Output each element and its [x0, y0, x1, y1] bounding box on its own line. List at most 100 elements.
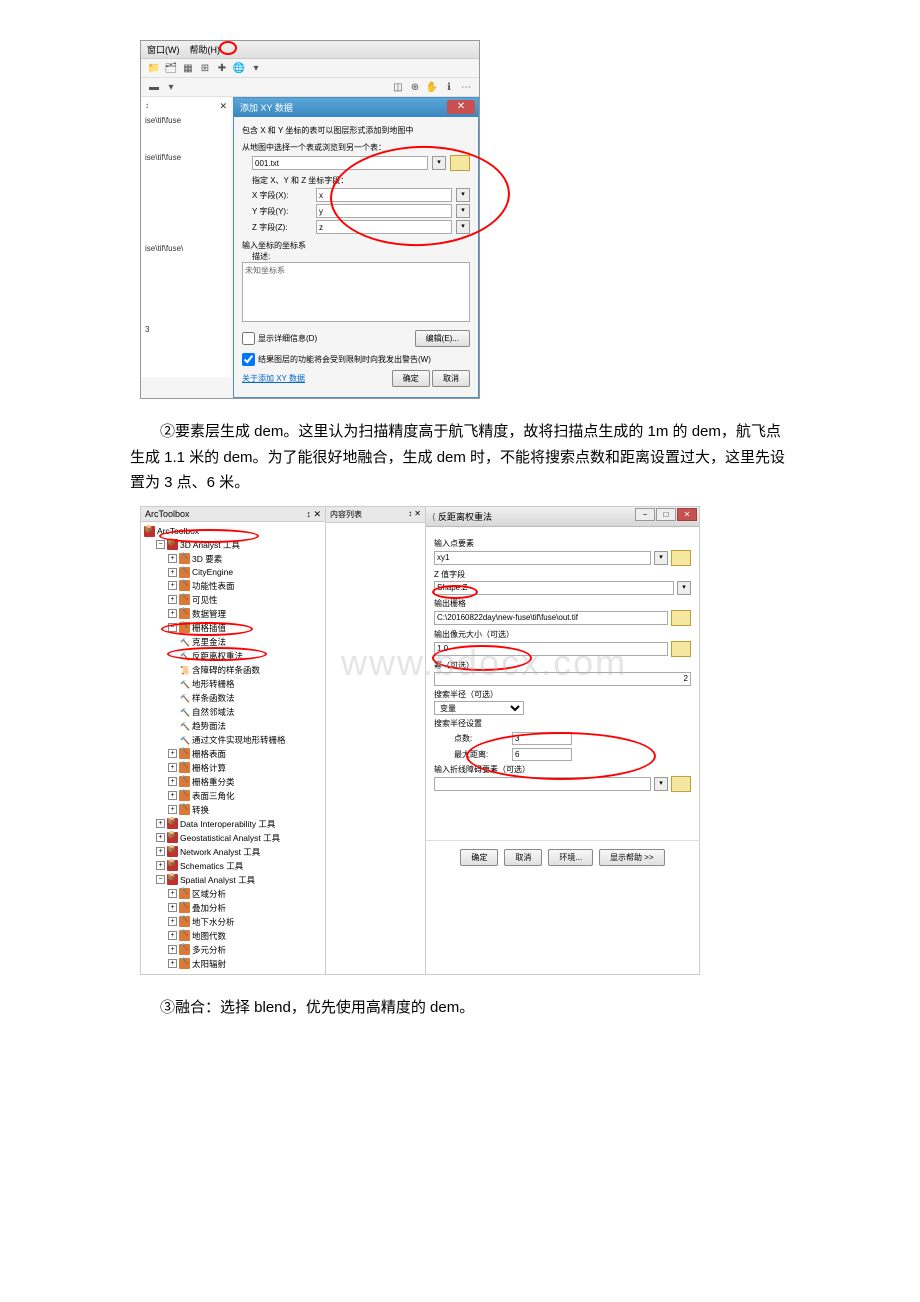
warn-checkbox[interactable] — [242, 353, 255, 366]
tree-node[interactable]: +Schematics 工具 — [144, 859, 322, 873]
dropdown-icon[interactable]: ▾ — [432, 156, 446, 170]
dropdown-icon[interactable]: ▾ — [456, 204, 470, 218]
expand-icon[interactable]: + — [168, 595, 177, 604]
tree-tool-natural[interactable]: 自然邻域法 — [144, 705, 322, 719]
expand-icon[interactable]: + — [168, 581, 177, 590]
output-raster-input[interactable] — [434, 611, 668, 625]
tree-node[interactable]: +Geostatistical Analyst 工具 — [144, 831, 322, 845]
toc-item[interactable]: 3 — [145, 325, 227, 334]
tree-node[interactable]: +Network Analyst 工具 — [144, 845, 322, 859]
tree-root[interactable]: ArcToolbox — [144, 525, 322, 538]
maximize-button[interactable]: □ — [656, 508, 676, 521]
tree-node[interactable]: +叠加分析 — [144, 901, 322, 915]
tree-tool-topo2raster-file[interactable]: 通过文件实现地形转栅格 — [144, 733, 322, 747]
tree-node[interactable]: +功能性表面 — [144, 579, 322, 593]
menu-window[interactable]: 窗口(W) — [147, 45, 180, 55]
toc-item[interactable]: ise\tif\fuse — [145, 116, 227, 125]
expand-icon[interactable]: + — [168, 931, 177, 940]
tree-tool-trend[interactable]: 趋势面法 — [144, 719, 322, 733]
tree-node[interactable]: +多元分析 — [144, 943, 322, 957]
tree-node[interactable]: +CityEngine — [144, 566, 322, 579]
collapse-icon[interactable]: − — [156, 875, 165, 884]
maxdist-input[interactable] — [512, 748, 572, 761]
x-field-input[interactable] — [316, 188, 452, 202]
tree-node[interactable]: +地图代数 — [144, 929, 322, 943]
arrow-icon[interactable]: ▾ — [249, 61, 263, 75]
panel-close-icon[interactable]: ↕ — [145, 101, 149, 110]
expand-icon[interactable]: + — [168, 777, 177, 786]
expand-icon[interactable]: + — [168, 945, 177, 954]
expand-icon[interactable]: + — [168, 749, 177, 758]
about-link[interactable]: 关于添加 XY 数据 — [242, 373, 305, 384]
tree-tool-kriging[interactable]: 克里金法 — [144, 635, 322, 649]
tree-tool-spline[interactable]: 样条函数法 — [144, 691, 322, 705]
tree-tool-idw[interactable]: 反距离权重法 — [144, 649, 322, 663]
tree-node[interactable]: +地下水分析 — [144, 915, 322, 929]
expand-icon[interactable]: + — [156, 847, 165, 856]
environments-button[interactable]: 环境... — [548, 849, 593, 866]
browse-button[interactable] — [671, 641, 691, 657]
radius-type-select[interactable]: 变量 — [434, 701, 524, 715]
expand-icon[interactable]: + — [156, 861, 165, 870]
ok-button[interactable]: 确定 — [392, 370, 430, 387]
select-icon[interactable]: ◫ — [391, 80, 405, 94]
table-input[interactable] — [252, 156, 428, 170]
panel-controls[interactable]: ↕ ✕ — [408, 509, 421, 518]
layer-icon[interactable]: 🗂 — [164, 61, 178, 75]
xy-icon[interactable]: ✚ — [215, 61, 229, 75]
expand-icon[interactable]: + — [168, 609, 177, 618]
tree-node-raster-interp[interactable]: −栅格插值 — [144, 621, 322, 635]
browse-button[interactable] — [671, 610, 691, 626]
points-input[interactable] — [512, 732, 572, 745]
tree-tool-topo2raster[interactable]: 地形转栅格 — [144, 677, 322, 691]
collapse-icon[interactable]: − — [168, 623, 177, 632]
browse-button[interactable] — [671, 550, 691, 566]
expand-icon[interactable]: + — [168, 791, 177, 800]
z-field-input[interactable] — [316, 220, 452, 234]
ok-button[interactable]: 确定 — [460, 849, 498, 866]
expand-icon[interactable]: + — [168, 554, 177, 563]
dropdown-icon[interactable]: ▾ — [677, 581, 691, 595]
tree-node[interactable]: +太阳辐射 — [144, 957, 322, 971]
dropdown-icon[interactable]: ▾ — [456, 220, 470, 234]
globe-icon[interactable]: 🌐 — [232, 61, 246, 75]
tree-node-3d-analyst[interactable]: − 3D Analyst 工具 — [144, 538, 322, 552]
tree-tool-spline-barrier[interactable]: 含障碍的样条函数 — [144, 663, 322, 677]
tree-node[interactable]: +栅格重分类 — [144, 775, 322, 789]
show-details-checkbox[interactable] — [242, 332, 255, 345]
layer-tool-icon[interactable]: ▬ — [147, 80, 161, 94]
expand-icon[interactable]: + — [168, 763, 177, 772]
tree-node[interactable]: +3D 要素 — [144, 552, 322, 566]
tree-node[interactable]: +表面三角化 — [144, 789, 322, 803]
tree-node[interactable]: +区域分析 — [144, 887, 322, 901]
browse-button[interactable] — [450, 155, 470, 171]
expand-icon[interactable]: + — [168, 889, 177, 898]
dropdown-icon[interactable]: ▾ — [654, 777, 668, 791]
dropdown-icon[interactable]: ▾ — [456, 188, 470, 202]
dropdown-icon[interactable]: ▾ — [164, 80, 178, 94]
expand-icon[interactable]: + — [168, 959, 177, 968]
tree-node[interactable]: +数据管理 — [144, 607, 322, 621]
more-icon[interactable]: ⋯ — [459, 80, 473, 94]
tree-node[interactable]: +可见性 — [144, 593, 322, 607]
show-help-button[interactable]: 显示帮助 >> — [599, 849, 665, 866]
y-field-input[interactable] — [316, 204, 452, 218]
expand-icon[interactable]: + — [168, 917, 177, 926]
browse-button[interactable] — [671, 776, 691, 792]
cellsize-input[interactable] — [434, 642, 668, 656]
tree-node[interactable]: +栅格表面 — [144, 747, 322, 761]
expand-icon[interactable]: + — [156, 833, 165, 842]
dropdown-icon[interactable]: ▾ — [654, 551, 668, 565]
coord-description[interactable]: 未知坐标系 — [242, 262, 470, 322]
expand-icon[interactable]: + — [168, 568, 177, 577]
pan-icon[interactable]: ✋ — [425, 80, 439, 94]
tree-node[interactable]: +转换 — [144, 803, 322, 817]
expand-icon[interactable]: + — [168, 903, 177, 912]
expand-icon[interactable]: + — [168, 805, 177, 814]
input-points-field[interactable] — [434, 551, 651, 565]
close-icon[interactable]: ✕ — [219, 101, 227, 112]
z-field-input[interactable] — [434, 581, 674, 595]
tree-node[interactable]: +Data Interoperability 工具 — [144, 817, 322, 831]
zoom-icon[interactable]: ⊕ — [408, 80, 422, 94]
tree-node-spatial[interactable]: −Spatial Analyst 工具 — [144, 873, 322, 887]
